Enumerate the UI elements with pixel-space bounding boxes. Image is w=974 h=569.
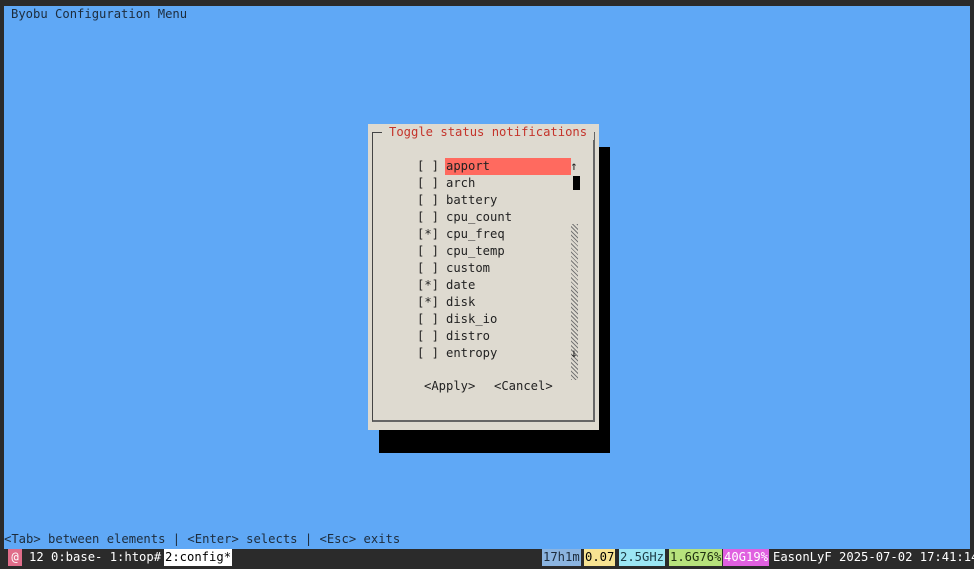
- list-item[interactable]: [*] date: [417, 277, 577, 294]
- checkbox[interactable]: [ ]: [417, 345, 445, 362]
- disk-status: 40G19%: [723, 549, 770, 566]
- list-item[interactable]: [ ] battery: [417, 192, 577, 209]
- checkbox[interactable]: [ ]: [417, 175, 445, 192]
- list-item-label: disk: [446, 295, 476, 309]
- dialog-title: Toggle status notifications: [382, 124, 595, 140]
- byobu-logo: @: [8, 549, 22, 566]
- help-line: <Tab> between elements | <Enter> selects…: [4, 532, 401, 546]
- list-item-label: entropy: [446, 346, 498, 360]
- cpu-freq-status: 2.5GHz: [619, 549, 666, 566]
- checkbox[interactable]: [ ]: [417, 328, 445, 345]
- list-item-label: cpu_count: [446, 210, 513, 224]
- checkbox[interactable]: [*]: [417, 277, 445, 294]
- scroll-up-icon[interactable]: ↑: [569, 158, 579, 175]
- apply-button[interactable]: <Apply>: [424, 378, 475, 395]
- list-item-label: custom: [446, 261, 491, 275]
- list-item-label: date: [446, 278, 476, 292]
- list-item-label: disk_io: [446, 312, 498, 326]
- uptime-status: 17h1m: [542, 549, 581, 566]
- window-list[interactable]: 12 0:base- 1:htop#: [29, 549, 161, 566]
- list-item[interactable]: [ ] entropy: [417, 345, 577, 362]
- scrollbar-thumb[interactable]: [573, 176, 580, 190]
- cancel-button[interactable]: <Cancel>: [494, 378, 553, 395]
- list-item-label: cpu_freq: [446, 227, 505, 241]
- list-item[interactable]: [ ] cpu_temp: [417, 243, 577, 260]
- status-bar: @ 12 0:base- 1:htop# 2:config* 17h1m 0.0…: [4, 549, 974, 566]
- host-datetime: EasonLyF 2025-07-02 17:41:14: [773, 550, 974, 564]
- checkbox[interactable]: [ ]: [417, 243, 445, 260]
- checkbox[interactable]: [*]: [417, 294, 445, 311]
- list-item[interactable]: [*] cpu_freq: [417, 226, 577, 243]
- checkbox[interactable]: [ ]: [417, 192, 445, 209]
- list-item-label: arch: [446, 176, 476, 190]
- list-item[interactable]: [ ] apport: [417, 158, 577, 175]
- current-window[interactable]: 2:config*: [164, 549, 233, 566]
- dialog-buttons: <Apply> <Cancel>: [368, 378, 599, 395]
- memory-status: 1.6G76%: [669, 549, 723, 566]
- list-item[interactable]: [ ] cpu_count: [417, 209, 577, 226]
- list-item[interactable]: [ ] disk_io: [417, 311, 577, 328]
- load-status: 0.07: [584, 549, 616, 566]
- list-item-label: distro: [446, 329, 491, 343]
- list-item-label: battery: [446, 193, 498, 207]
- list-item[interactable]: [ ] arch: [417, 175, 577, 192]
- notification-list: [ ] apport[ ] arch[ ] battery[ ] cpu_count [*…: [417, 158, 577, 362]
- list-item[interactable]: [ ] distro: [417, 328, 577, 345]
- terminal-screen: Byobu Configuration Menu Toggle status n…: [4, 6, 970, 549]
- checkbox[interactable]: [ ]: [417, 311, 445, 328]
- checkbox[interactable]: [ ]: [417, 260, 445, 277]
- scroll-down-icon[interactable]: ↓: [569, 345, 579, 362]
- checkbox[interactable]: [*]: [417, 226, 445, 243]
- toggle-dialog: Toggle status notifications [ ] apport[ ]…: [368, 124, 599, 430]
- checkbox[interactable]: [ ]: [417, 209, 445, 226]
- checkbox[interactable]: [ ]: [417, 158, 445, 175]
- list-item-label: cpu_temp: [446, 244, 505, 258]
- list-item-label: apport: [445, 158, 571, 175]
- list-item[interactable]: [ ] custom: [417, 260, 577, 277]
- app-title: Byobu Configuration Menu: [11, 7, 188, 21]
- list-item[interactable]: [*] disk: [417, 294, 577, 311]
